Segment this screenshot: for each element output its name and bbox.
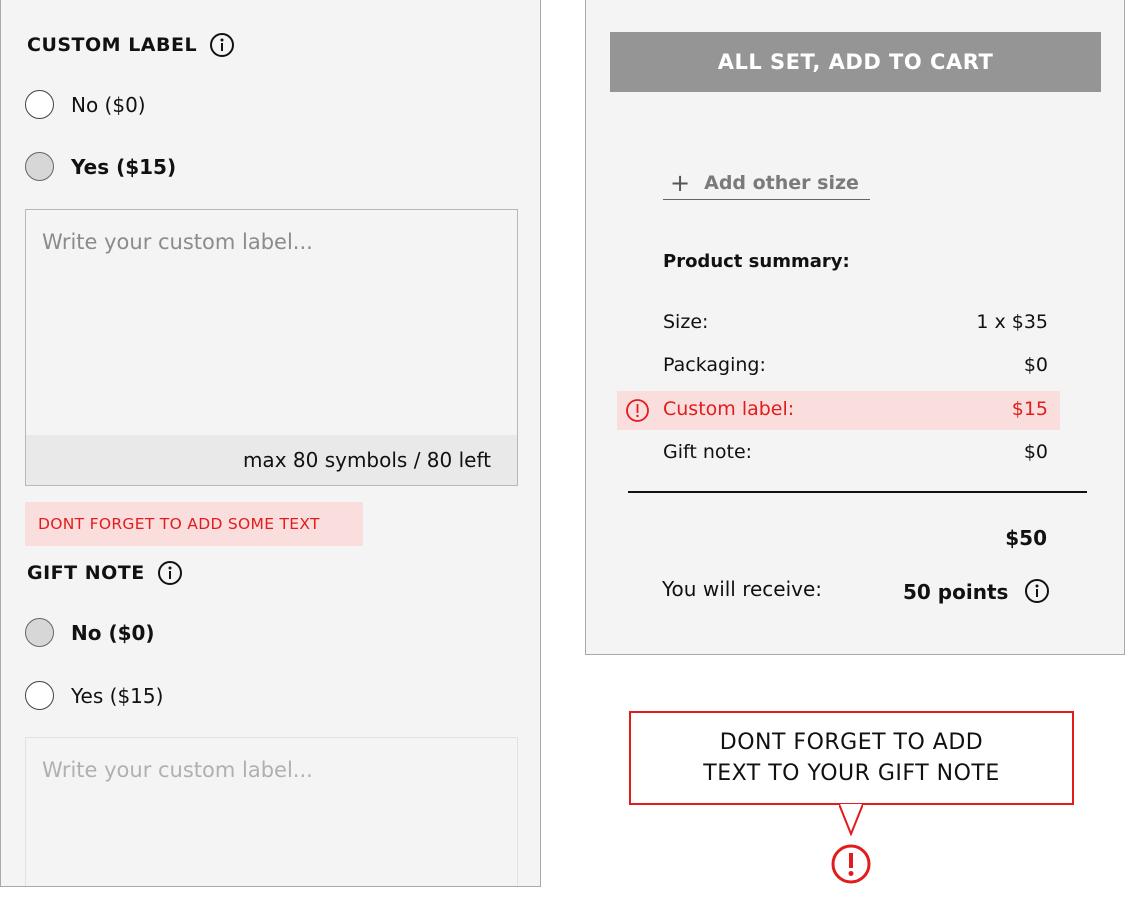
product-summary-title: Product summary: bbox=[663, 251, 850, 272]
add-to-cart-button[interactable]: ALL SET, ADD TO CART bbox=[610, 32, 1101, 92]
callout-line-1: DONT FORGET TO ADD bbox=[719, 730, 984, 755]
add-other-size-link[interactable]: + Add other size bbox=[663, 166, 870, 200]
custom-label-heading: CUSTOM LABEL bbox=[27, 32, 235, 58]
callout-line-2: TEXT TO YOUR GIFT NOTE bbox=[703, 761, 1000, 786]
gift-note-textarea[interactable]: Write your custom label... bbox=[25, 737, 518, 886]
summary-row-gift-note: Gift note: $0 bbox=[663, 441, 1048, 463]
points-value: 50 points bbox=[903, 580, 1009, 604]
radio-button-selected[interactable] bbox=[25, 152, 54, 181]
custom-label-option-no-label: No ($0) bbox=[71, 92, 146, 117]
custom-label-option-yes[interactable]: Yes ($15) bbox=[25, 152, 176, 181]
gift-note-option-no-label: No ($0) bbox=[71, 620, 155, 645]
gift-note-placeholder: Write your custom label... bbox=[42, 758, 313, 782]
custom-label-option-no[interactable]: No ($0) bbox=[25, 90, 146, 119]
plus-icon: + bbox=[670, 168, 691, 197]
summary-row-label: Size: bbox=[663, 311, 709, 333]
radio-button-selected[interactable] bbox=[25, 618, 54, 647]
cart-summary-panel: ALL SET, ADD TO CART + Add other size Pr… bbox=[585, 0, 1125, 655]
custom-label-option-yes-label: Yes ($15) bbox=[71, 154, 177, 179]
summary-row-packaging: Packaging: $0 bbox=[663, 354, 1048, 376]
gift-note-heading-text: GIFT NOTE bbox=[27, 562, 145, 584]
summary-row-value: 1 x $35 bbox=[976, 311, 1048, 333]
summary-row-custom-label: Custom label: $15 bbox=[663, 398, 1048, 420]
gift-note-option-yes[interactable]: Yes ($15) bbox=[25, 681, 163, 710]
receive-points-label: You will receive: bbox=[662, 577, 823, 601]
options-panel: CUSTOM LABEL No ($0) Yes ($15) Write you… bbox=[0, 0, 541, 887]
custom-label-error-message: DONT FORGET TO ADD SOME TEXT bbox=[25, 502, 363, 546]
custom-label-textarea[interactable]: Write your custom label... max 80 symbol… bbox=[25, 209, 518, 486]
gift-note-heading: GIFT NOTE bbox=[27, 560, 183, 586]
gift-note-reminder-callout: DONT FORGET TO ADD TEXT TO YOUR GIFT NOT… bbox=[629, 711, 1074, 805]
exclamation-circle-icon bbox=[831, 844, 871, 884]
callout-pointer bbox=[839, 804, 863, 836]
custom-label-info-icon[interactable] bbox=[209, 32, 235, 58]
summary-row-value: $15 bbox=[1011, 398, 1048, 420]
custom-label-character-counter: max 80 symbols / 80 left bbox=[26, 435, 517, 485]
summary-row-size: Size: 1 x $35 bbox=[663, 311, 1048, 333]
gift-note-info-icon[interactable] bbox=[157, 560, 183, 586]
summary-divider bbox=[628, 491, 1087, 493]
gift-note-option-yes-label: Yes ($15) bbox=[71, 683, 164, 708]
summary-row-value: $0 bbox=[1023, 354, 1048, 376]
summary-row-label: Gift note: bbox=[663, 441, 753, 463]
custom-label-placeholder: Write your custom label... bbox=[42, 230, 313, 254]
exclamation-circle-icon bbox=[626, 399, 649, 422]
summary-row-value: $0 bbox=[1023, 441, 1048, 463]
gift-note-option-no[interactable]: No ($0) bbox=[25, 618, 155, 647]
add-other-size-label: Add other size bbox=[704, 171, 859, 194]
total-price: $50 bbox=[1005, 526, 1047, 550]
points-info-icon[interactable] bbox=[1024, 578, 1050, 604]
summary-row-label: Packaging: bbox=[663, 354, 766, 376]
radio-button[interactable] bbox=[25, 681, 54, 710]
radio-button[interactable] bbox=[25, 90, 54, 119]
custom-label-heading-text: CUSTOM LABEL bbox=[27, 34, 198, 56]
summary-row-label: Custom label: bbox=[663, 398, 795, 420]
